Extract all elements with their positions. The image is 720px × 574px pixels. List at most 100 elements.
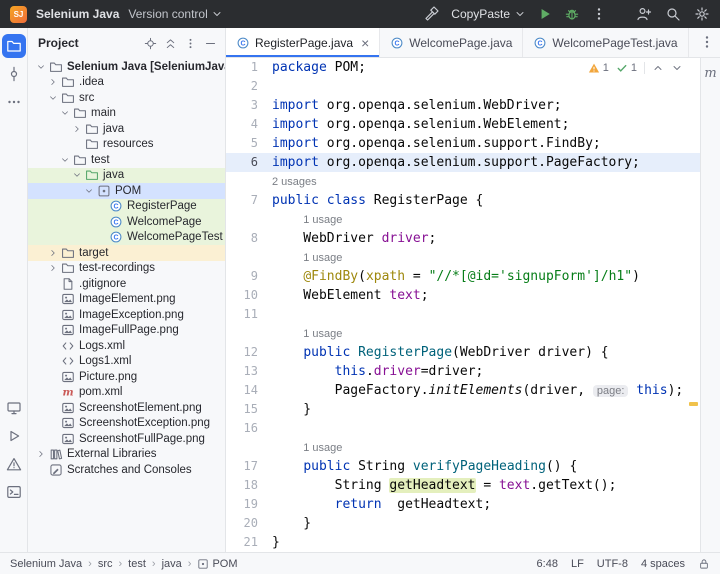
project-widget[interactable]: Selenium Java [36, 7, 119, 21]
hide-panel-icon[interactable] [204, 37, 217, 50]
tab-welcomepagetest-java[interactable]: CWelcomePageTest.java [523, 28, 688, 57]
tree-item-scratches-and-consoles[interactable]: Scratches and Consoles [28, 462, 225, 478]
line-number[interactable]: 10 [226, 286, 272, 305]
app-logo[interactable]: SJ [10, 6, 27, 23]
tree-item-main[interactable]: main [28, 106, 225, 122]
chevron-right-icon[interactable] [46, 263, 59, 273]
tree-item-java[interactable]: java [28, 168, 225, 184]
tree-item-screenshotexception-png[interactable]: ScreenshotException.png [28, 416, 225, 432]
warning-stripe-mark[interactable] [689, 402, 698, 406]
tab-list-button[interactable] [694, 28, 720, 56]
select-opened-file-icon[interactable] [144, 37, 157, 50]
chevron-down-icon[interactable] [70, 170, 83, 180]
code-line[interactable]: 12 public RegisterPage(WebDriver driver)… [226, 343, 700, 362]
tree-item-selenium-java-seleniumjava[interactable]: Selenium Java [SeleniumJava]~/IdeaProje [28, 59, 225, 75]
line-number[interactable]: 9 [226, 267, 272, 286]
previous-problem-icon[interactable] [652, 62, 664, 74]
editor[interactable]: 1package POM;23import org.openqa.seleniu… [226, 58, 700, 552]
code-line[interactable]: 17 public String verifyPageHeading() { [226, 457, 700, 476]
line-number[interactable]: 16 [226, 419, 272, 438]
chevron-down-icon[interactable] [82, 186, 95, 196]
code-line[interactable]: 4import org.openqa.selenium.WebElement; [226, 115, 700, 134]
usages-inlay[interactable]: 1 usage [272, 249, 342, 268]
breadcrumb-test[interactable]: test [128, 558, 146, 570]
code-line[interactable]: 13 this.driver=driver; [226, 362, 700, 381]
line-number[interactable]: 1 [226, 58, 272, 77]
project-tool-button[interactable] [2, 34, 26, 58]
line-number[interactable]: 8 [226, 229, 272, 248]
line-number[interactable]: 18 [226, 476, 272, 495]
vcs-widget[interactable]: Version control [128, 7, 222, 21]
code-line[interactable]: 10 WebElement text; [226, 286, 700, 305]
run-configuration-selector[interactable]: CopyPaste [451, 7, 526, 21]
run-button[interactable] [537, 6, 553, 22]
tree-item-gitignore[interactable]: .gitignore [28, 276, 225, 292]
line-number[interactable]: 3 [226, 96, 272, 115]
warnings-indicator[interactable]: 1 [588, 62, 609, 74]
tree-item-test-recordings[interactable]: test-recordings [28, 261, 225, 277]
line-number[interactable]: 17 [226, 457, 272, 476]
chevron-right-icon[interactable] [34, 449, 47, 459]
tree-item-idea[interactable]: .idea [28, 75, 225, 91]
inlay-hint-row[interactable]: 2 usages [226, 172, 700, 191]
tree-item-imageexception-png[interactable]: ImageException.png [28, 307, 225, 323]
maven-tool-button[interactable]: m [704, 66, 716, 81]
options-icon[interactable] [184, 37, 197, 50]
breadcrumb-selenium-java[interactable]: Selenium Java [10, 558, 82, 570]
more-actions-button[interactable] [591, 6, 607, 22]
tab-registerpage-java[interactable]: CRegisterPage.java× [226, 28, 380, 57]
line-number[interactable]: 21 [226, 533, 272, 552]
line-number[interactable]: 19 [226, 495, 272, 514]
tab-welcomepage-java[interactable]: CWelcomePage.java [380, 28, 523, 57]
code-line[interactable]: 3import org.openqa.selenium.WebDriver; [226, 96, 700, 115]
line-number[interactable]: 11 [226, 305, 272, 324]
code-line[interactable]: 16 [226, 419, 700, 438]
inlay-hint-row[interactable]: 1 usage [226, 248, 700, 267]
line-number[interactable]: 14 [226, 381, 272, 400]
indent-style[interactable]: 4 spaces [641, 558, 685, 570]
tree-item-external-libraries[interactable]: External Libraries [28, 447, 225, 463]
debug-button[interactable] [564, 6, 580, 22]
line-number[interactable]: 7 [226, 191, 272, 210]
code-line[interactable]: 19 return getHeadtext; [226, 495, 700, 514]
commit-tool-button[interactable] [2, 62, 26, 86]
inlay-hint-row[interactable]: 1 usage [226, 324, 700, 343]
project-panel-title[interactable]: Project [38, 36, 79, 50]
tree-item-registerpage[interactable]: CRegisterPage [28, 199, 225, 215]
services-tool-button[interactable] [2, 396, 26, 420]
code-line[interactable]: 15 } [226, 400, 700, 419]
line-number[interactable]: 13 [226, 362, 272, 381]
usages-inlay[interactable]: 1 usage [272, 211, 342, 230]
chevron-down-icon[interactable] [46, 93, 59, 103]
readonly-lock-icon[interactable] [698, 558, 710, 570]
tree-item-imageelement-png[interactable]: ImageElement.png [28, 292, 225, 308]
tree-item-picture-png[interactable]: Picture.png [28, 369, 225, 385]
line-number[interactable]: 6 [226, 153, 272, 172]
tree-item-pom[interactable]: POM [28, 183, 225, 199]
more-tool-windows-button[interactable] [2, 90, 26, 114]
tree-item-screenshotfullpage-png[interactable]: ScreenshotFullPage.png [28, 431, 225, 447]
code-line[interactable]: 2 [226, 77, 700, 96]
inspections-widget[interactable]: 1 1 [581, 60, 690, 76]
close-tab-icon[interactable]: × [361, 36, 369, 50]
chevron-down-icon[interactable] [58, 108, 71, 118]
code-with-me-button[interactable] [636, 6, 652, 22]
tree-item-welcomepage[interactable]: CWelcomePage [28, 214, 225, 230]
next-problem-icon[interactable] [671, 62, 683, 74]
tree-item-logs1-xml[interactable]: Logs1.xml [28, 354, 225, 370]
inlay-hint-row[interactable]: 1 usage [226, 210, 700, 229]
breadcrumb-src[interactable]: src [98, 558, 113, 570]
tree-item-imagefullpage-png[interactable]: ImageFullPage.png [28, 323, 225, 339]
line-number[interactable]: 2 [226, 77, 272, 96]
line-number[interactable]: 12 [226, 343, 272, 362]
passed-indicator[interactable]: 1 [616, 62, 637, 74]
chevron-down-icon[interactable] [58, 155, 71, 165]
code-line[interactable]: 11 [226, 305, 700, 324]
chevron-down-icon[interactable] [34, 62, 47, 72]
tree-item-welcomepagetest[interactable]: CWelcomePageTest [28, 230, 225, 246]
line-separator[interactable]: LF [571, 558, 584, 570]
usages-inlay[interactable]: 1 usage [272, 325, 342, 344]
code-line[interactable]: 20 } [226, 514, 700, 533]
code-line[interactable]: 21} [226, 533, 700, 552]
code-line[interactable]: 7public class RegisterPage { [226, 191, 700, 210]
